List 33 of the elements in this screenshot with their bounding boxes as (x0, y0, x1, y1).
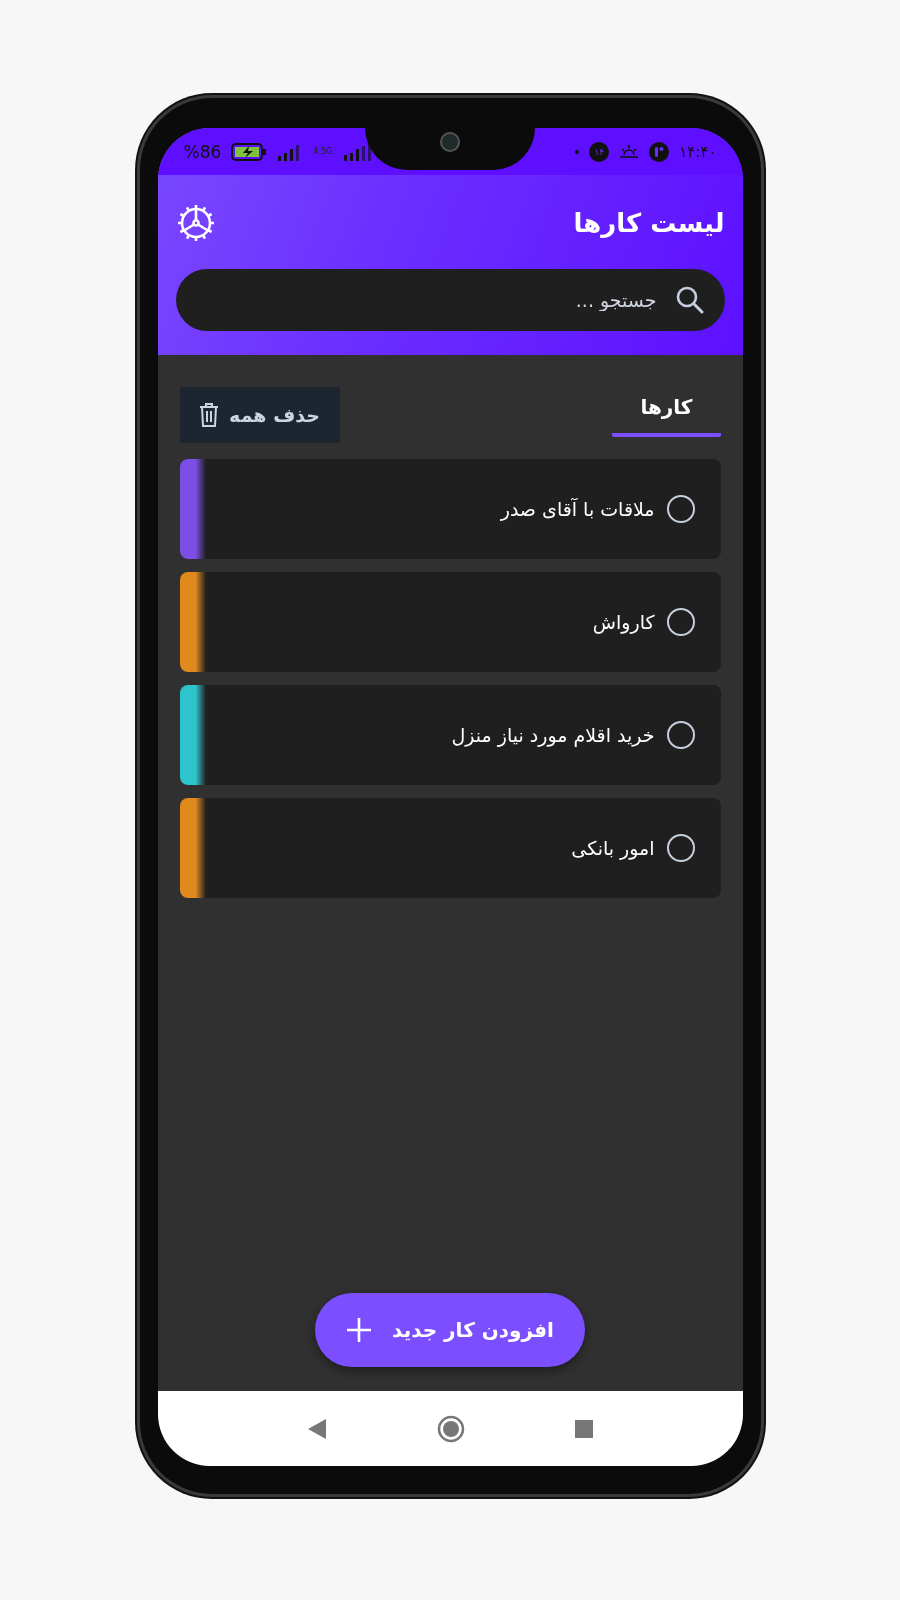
task-card[interactable]: ملاقات با آقای صدر (179, 459, 721, 559)
status-time: ۱۴:۴۰ (679, 142, 717, 161)
add-task-button[interactable]: افزودن کار جدید (315, 1293, 585, 1367)
tab[interactable]: کارها (612, 389, 721, 437)
task-card[interactable]: خرید اقلام مورد نیاز منزل (179, 685, 721, 785)
task-checkbox[interactable] (666, 721, 695, 749)
task-card[interactable]: کارواش (179, 572, 721, 672)
notification-badge: ۱۴ (589, 141, 610, 162)
trash-icon (199, 402, 220, 428)
network-type: 4.5G (313, 147, 333, 156)
camera-icon (440, 132, 460, 152)
task-checkbox[interactable] (666, 495, 695, 523)
sunrise-icon (619, 143, 640, 160)
task-title: خرید اقلام مورد نیاز منزل (451, 724, 655, 746)
app-icon (649, 141, 670, 162)
task-card[interactable]: امور بانکی (179, 798, 721, 898)
app-title: لیست کارها (573, 208, 725, 238)
dot-icon (575, 149, 580, 154)
task-title: ملاقات با آقای صدر (500, 498, 655, 520)
battery-icon (231, 142, 268, 161)
battery-percent: %86 (183, 141, 222, 162)
plus-icon (346, 1317, 373, 1343)
home-icon[interactable] (437, 1414, 465, 1443)
task-title: امور بانکی (571, 837, 655, 859)
search-icon (674, 285, 705, 315)
settings-icon[interactable] (175, 203, 216, 243)
recents-icon[interactable] (575, 1419, 593, 1438)
task-title: کارواش (592, 611, 655, 633)
delete-all-button[interactable]: حذف همه (179, 387, 340, 443)
task-checkbox[interactable] (666, 834, 695, 862)
search-field[interactable]: جستجو ... (175, 269, 725, 331)
task-checkbox[interactable] (666, 608, 695, 636)
back-icon[interactable] (307, 1417, 327, 1440)
